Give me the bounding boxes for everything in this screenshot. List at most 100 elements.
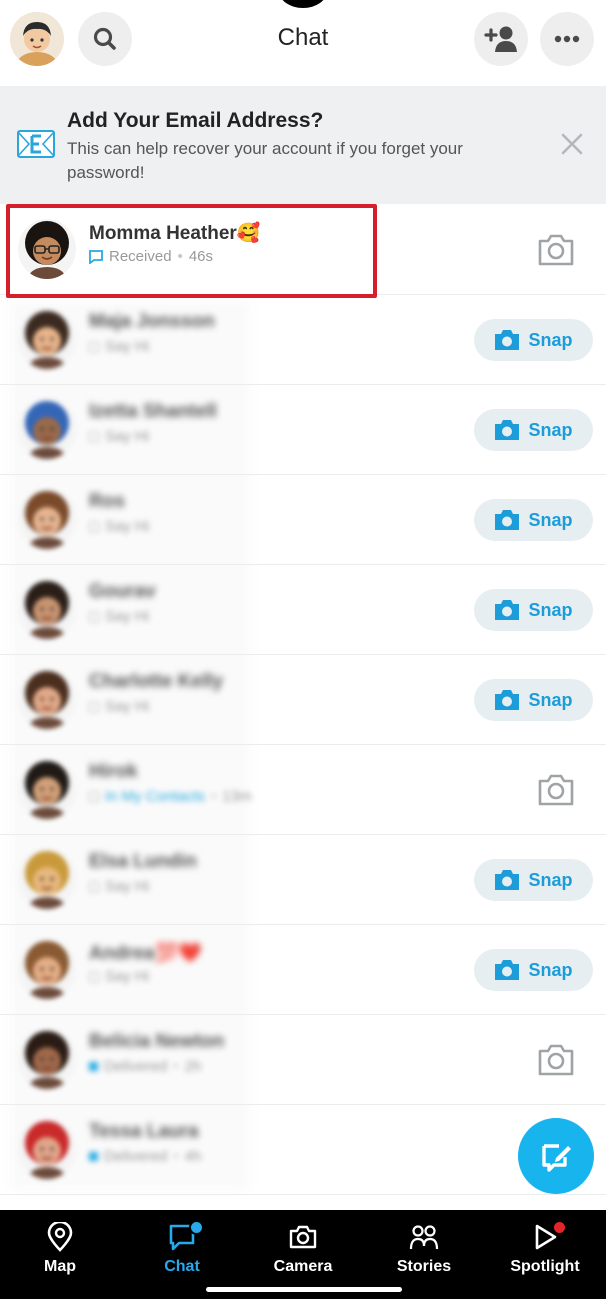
chat-status-text: In My Contacts (105, 788, 206, 805)
friend-name: Tessa Laura (89, 1121, 199, 1142)
nav-chat[interactable]: Chat (127, 1216, 237, 1276)
snap-button[interactable]: Snap (474, 319, 593, 361)
bitmoji-avatar (18, 489, 76, 549)
friend-name: Charlotte Kelly (89, 671, 224, 692)
snap-button[interactable]: Snap (474, 499, 593, 541)
chat-status: Say Hi (89, 698, 149, 715)
nav-map[interactable]: Map (5, 1216, 115, 1276)
nav-spotlight-label: Spotlight (510, 1258, 580, 1275)
friend-name: Andrea💯❤️ (89, 943, 202, 964)
snap-button[interactable]: Snap (474, 589, 593, 631)
friend-avatar[interactable] (18, 489, 76, 549)
banner-title: Add Your Email Address? (67, 109, 324, 132)
camera-icon (289, 1225, 317, 1249)
chat-status: Delivered • 2h (89, 1058, 201, 1075)
friend-name: Elsa Lundin (89, 851, 197, 872)
snap-button[interactable]: Snap (474, 859, 593, 901)
delivered-icon (89, 1152, 98, 1161)
email-icon (17, 130, 55, 158)
camera-icon (495, 420, 520, 440)
friend-avatar[interactable] (18, 759, 76, 819)
camera-icon[interactable] (536, 771, 576, 809)
snap-button-label: Snap (528, 869, 573, 890)
bitmoji-avatar (18, 1119, 76, 1179)
chat-row[interactable]: Izetta Shantell Say Hi Snap (0, 385, 606, 475)
chat-status-icon (89, 341, 99, 352)
nav-map-label: Map (44, 1258, 76, 1275)
friend-avatar[interactable] (18, 399, 76, 459)
chat-row[interactable]: Tessa Laura Delivered • 4h (0, 1105, 606, 1195)
chat-status-text: Say Hi (105, 968, 150, 985)
friend-avatar[interactable] (18, 1119, 76, 1179)
chat-status-icon (89, 431, 99, 442)
bitmoji-avatar (18, 669, 76, 729)
more-options-button[interactable] (540, 12, 594, 66)
separator-dot: • (173, 1058, 179, 1075)
bitmoji-avatar (18, 309, 76, 369)
chat-time: 13m (222, 788, 252, 805)
chat-row[interactable]: Andrea💯❤️ Say Hi Snap (0, 925, 606, 1015)
bitmoji-avatar (18, 939, 76, 999)
chat-row[interactable]: Charlotte Kelly Say Hi Snap (0, 655, 606, 745)
chat-status: Say Hi (89, 878, 149, 895)
camera-notch (279, 0, 327, 8)
chat-status-text: Delivered (104, 1058, 168, 1075)
close-icon[interactable] (558, 130, 586, 158)
chat-status-icon (89, 971, 99, 982)
bitmoji-avatar (18, 399, 76, 459)
chat-row[interactable]: Hirok In My Contacts • 13m (0, 745, 606, 835)
chat-status-icon (89, 521, 99, 532)
chat-status: Say Hi (89, 428, 149, 445)
chat-status-text: Say Hi (105, 518, 150, 535)
chat-status-icon (89, 701, 99, 712)
delivered-icon (89, 1062, 98, 1071)
home-indicator (206, 1287, 402, 1292)
snap-button[interactable]: Snap (474, 409, 593, 451)
chat-status-icon (89, 791, 99, 802)
chat-row[interactable]: Belicia Newton Delivered • 2h (0, 1015, 606, 1105)
add-friend-icon (484, 26, 517, 52)
chat-status-text: Delivered (104, 1148, 168, 1165)
nav-chat-label: Chat (164, 1258, 200, 1275)
nav-spotlight[interactable]: Spotlight (490, 1216, 600, 1276)
camera-icon (495, 600, 520, 620)
camera-icon[interactable] (536, 1041, 576, 1079)
friend-avatar[interactable] (18, 579, 76, 639)
friend-avatar[interactable] (18, 849, 76, 909)
chat-notification-dot (189, 1220, 204, 1235)
chat-status-icon (89, 611, 99, 622)
top-header: Chat (0, 0, 606, 84)
snap-button[interactable]: Snap (474, 949, 593, 991)
nav-stories[interactable]: Stories (369, 1216, 479, 1276)
friend-name: Hirok (89, 761, 138, 782)
snap-button-label: Snap (528, 509, 573, 530)
map-pin-icon (47, 1222, 73, 1252)
chat-list: Momma Heather🥰 Received • 46s Maja Jonsson Sa… (0, 205, 606, 1195)
chat-status-text: Say Hi (105, 338, 150, 355)
chat-status: In My Contacts • 13m (89, 788, 252, 805)
chat-time: 4h (184, 1148, 202, 1165)
camera-icon[interactable] (536, 231, 576, 269)
bitmoji-avatar (18, 759, 76, 819)
chat-row[interactable]: Maja Jonsson Say Hi Snap (0, 295, 606, 385)
camera-icon (495, 690, 520, 710)
new-chat-button[interactable] (518, 1118, 594, 1194)
chat-status-text: Say Hi (105, 698, 150, 715)
chat-row[interactable]: Elsa Lundin Say Hi Snap (0, 835, 606, 925)
friend-avatar[interactable] (18, 669, 76, 729)
nav-camera[interactable]: Camera (248, 1216, 358, 1276)
friend-avatar[interactable] (18, 1029, 76, 1089)
chat-row[interactable]: Ros Say Hi Snap (0, 475, 606, 565)
nav-camera-label: Camera (273, 1258, 333, 1275)
separator-dot: • (211, 788, 217, 805)
camera-icon (495, 510, 520, 530)
chat-status-icon (89, 881, 99, 892)
friend-name: Ros (89, 491, 125, 512)
friend-name: Maja Jonsson (89, 311, 215, 332)
bitmoji-avatar (18, 849, 76, 909)
chat-row[interactable]: Gourav Say Hi Snap (0, 565, 606, 655)
friend-avatar[interactable] (18, 309, 76, 369)
friend-avatar[interactable] (18, 939, 76, 999)
snap-button[interactable]: Snap (474, 679, 593, 721)
add-friend-button[interactable] (474, 12, 528, 66)
